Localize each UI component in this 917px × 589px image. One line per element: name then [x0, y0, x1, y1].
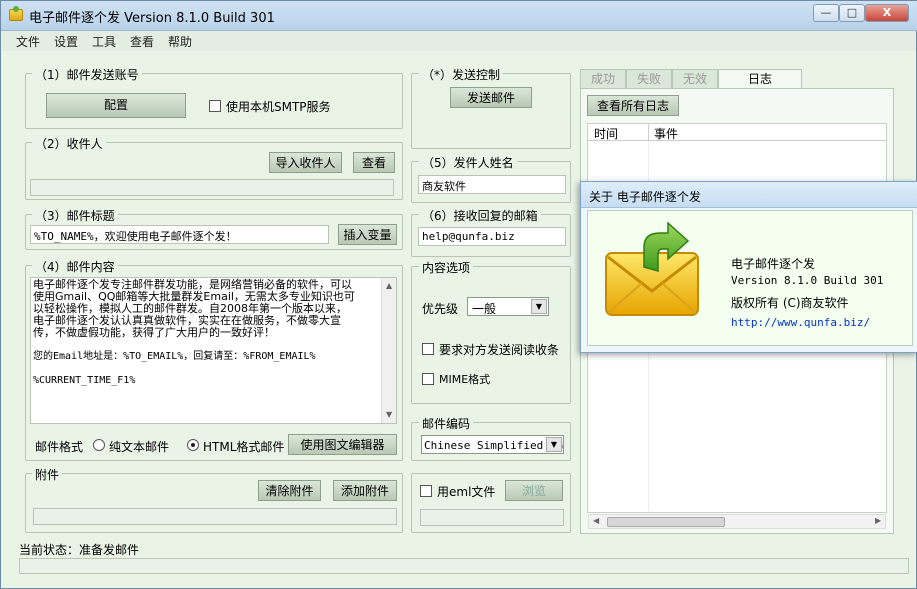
scroll-up-icon[interactable]: ▲ [386, 281, 392, 290]
html-format-radio[interactable] [187, 439, 199, 451]
recipients-field[interactable] [30, 179, 394, 196]
encoding-legend: 邮件编码 [419, 415, 474, 432]
send-control-legend: （*）发送控制 [419, 66, 504, 83]
options-legend: 内容选项 [419, 259, 474, 276]
about-title: 关于 电子邮件逐个发 [589, 190, 701, 204]
content-line: %CURRENT_TIME_F1% [33, 375, 136, 386]
about-url-link[interactable]: http://www.qunfa.biz/ [731, 316, 870, 329]
recipients-legend: （2）收件人 [32, 135, 106, 152]
menu-tools[interactable]: 工具 [92, 33, 116, 50]
send-mail-button[interactable]: 发送邮件 [450, 87, 532, 108]
priority-select[interactable]: 一般 ▼ [467, 297, 549, 316]
subject-input[interactable]: %TO_NAME%，欢迎使用电子邮件逐个发！ [30, 225, 329, 244]
status-text: 当前状态：准备发邮件 [19, 543, 140, 557]
browse-button[interactable]: 浏览 [505, 480, 563, 501]
menu-file[interactable]: 文件 [16, 33, 40, 50]
send-control-group [411, 73, 571, 149]
reply-email-input[interactable]: help@qunfa.biz [418, 227, 566, 246]
column-divider[interactable] [648, 124, 649, 141]
about-body: 电子邮件逐个发 Version 8.1.0 Build 301 版权所有 (C)… [587, 210, 913, 346]
column-header-time[interactable]: 时间 [594, 125, 618, 142]
chevron-down-icon[interactable]: ▼ [546, 437, 562, 452]
content-legend: （4）邮件内容 [32, 258, 118, 275]
tab-failed[interactable]: 失败 [626, 69, 672, 89]
window-title: 电子邮件逐个发 Version 8.1.0 Build 301 [29, 11, 275, 26]
content-textarea[interactable]: 电子邮件逐个发专注邮件群发功能，是网络营销必备的软件，可以 使用Gmail、QQ… [30, 277, 397, 424]
attachment-field[interactable] [33, 508, 397, 525]
view-recipients-button[interactable]: 查看 [353, 152, 395, 173]
content-line: 您的Email地址是：%TO_EMAIL%，回复请至：%FROM_EMAIL% [33, 351, 316, 362]
options-group [411, 266, 571, 404]
minimize-button[interactable]: — [813, 4, 839, 22]
status-bar [19, 558, 909, 574]
menu-bar: 文件 设置 工具 查看 帮助 [2, 31, 916, 51]
subject-legend: （3）邮件标题 [32, 207, 118, 224]
menu-view[interactable]: 查看 [130, 33, 154, 50]
menu-settings[interactable]: 设置 [54, 33, 78, 50]
menu-help[interactable]: 帮助 [168, 33, 192, 50]
eml-field[interactable] [420, 509, 564, 526]
view-all-logs-button[interactable]: 查看所有日志 [587, 95, 679, 116]
insert-variable-button[interactable]: 插入变量 [338, 224, 397, 245]
sender-legend: （5）发件人姓名 [419, 154, 517, 171]
tab-invalid[interactable]: 无效 [672, 69, 718, 89]
title-bar[interactable]: 电子邮件逐个发 Version 8.1.0 Build 301 — □ X [1, 1, 917, 31]
sender-name-input[interactable]: 商友软件 [418, 175, 566, 194]
read-receipt-label: 要求对方发送阅读收条 [439, 343, 560, 357]
rich-editor-button[interactable]: 使用图文编辑器 [288, 434, 397, 455]
use-eml-label: 用eml文件 [437, 485, 496, 499]
encoding-value: Chinese Simplified (G [424, 439, 564, 452]
tab-log[interactable]: 日志 [718, 69, 802, 90]
scroll-right-icon[interactable]: ▶ [875, 516, 881, 525]
log-hscrollbar[interactable]: ◀ ▶ [588, 514, 886, 529]
clear-attachment-button[interactable]: 清除附件 [258, 480, 321, 501]
mime-label: MIME格式 [439, 373, 491, 386]
plain-text-label: 纯文本邮件 [109, 440, 170, 454]
about-version: Version 8.1.0 Build 301 [731, 274, 884, 287]
use-eml-checkbox[interactable] [420, 485, 432, 497]
reply-legend: （6）接收回复的邮箱 [419, 207, 541, 224]
about-app-name: 电子邮件逐个发 [731, 257, 816, 271]
attachment-legend: 附件 [32, 466, 63, 483]
account-legend: （1）邮件发送账号 [32, 66, 142, 83]
local-smtp-label: 使用本机SMTP服务 [226, 100, 331, 114]
app-icon [9, 6, 23, 21]
html-format-label: HTML格式邮件 [203, 440, 285, 454]
config-button[interactable]: 配置 [46, 93, 186, 118]
about-title-bar[interactable]: 关于 电子邮件逐个发 [581, 182, 917, 208]
log-table-header: 时间 事件 [588, 124, 886, 141]
maximize-button[interactable]: □ [839, 4, 865, 22]
import-recipients-button[interactable]: 导入收件人 [269, 152, 342, 173]
scroll-down-icon[interactable]: ▼ [386, 410, 392, 419]
local-smtp-checkbox[interactable] [209, 100, 221, 112]
mime-checkbox[interactable] [422, 373, 434, 385]
format-label: 邮件格式 [35, 440, 84, 454]
about-dialog: 关于 电子邮件逐个发 电子邮件逐个发 Version 8.1.0 Build 3… [580, 181, 917, 353]
priority-value: 一般 [472, 302, 497, 316]
about-copyright: 版权所有 (C)商友软件 [731, 296, 849, 310]
envelope-logo-icon [605, 221, 699, 316]
read-receipt-checkbox[interactable] [422, 343, 434, 355]
close-button[interactable]: X [865, 4, 909, 22]
content-scrollbar[interactable]: ▲ ▼ [381, 278, 396, 423]
encoding-select[interactable]: Chinese Simplified (G ▼ [421, 435, 564, 454]
scroll-thumb[interactable] [607, 517, 725, 527]
scroll-left-icon[interactable]: ◀ [593, 516, 599, 525]
column-header-event[interactable]: 事件 [654, 125, 678, 142]
chevron-down-icon[interactable]: ▼ [531, 299, 547, 314]
main-window: 电子邮件逐个发 Version 8.1.0 Build 301 — □ X 文件… [0, 0, 917, 589]
tab-success[interactable]: 成功 [580, 69, 626, 89]
add-attachment-button[interactable]: 添加附件 [333, 480, 397, 501]
plain-text-radio[interactable] [93, 439, 105, 451]
priority-label: 优先级 [422, 302, 459, 316]
content-line: 传，不做虚假功能，获得了广大用户的一致好评！ [33, 326, 275, 339]
